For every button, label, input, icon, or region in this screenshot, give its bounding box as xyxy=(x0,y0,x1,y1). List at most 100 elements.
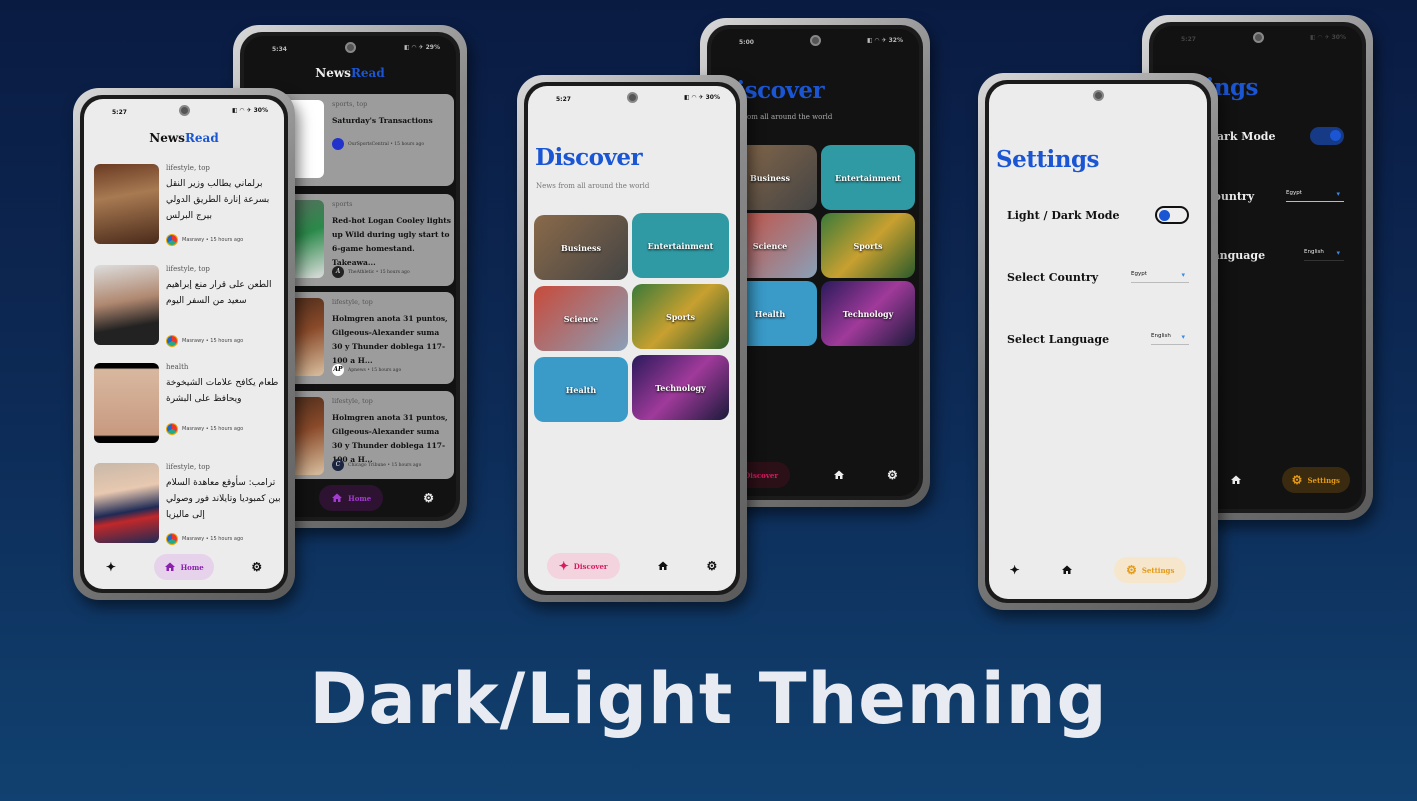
nav-settings-label: Settings xyxy=(1307,475,1340,485)
source-text: Masrawy • 15 hours ago xyxy=(182,426,244,432)
gear-icon: ⚙ xyxy=(251,560,263,574)
category-sports[interactable]: Sports xyxy=(632,284,729,349)
logo-news: News xyxy=(149,131,185,145)
status-icons: ◧ ◠ ✈ 30% xyxy=(1310,34,1346,41)
category-sports[interactable]: Sports xyxy=(821,213,915,278)
dark-mode-toggle[interactable] xyxy=(1155,206,1189,224)
phone-light-discover: 5:27 ◧ ◠ ✈ 30% Discover News from all ar… xyxy=(517,75,747,602)
status-icons: ◧ ◠ ✈ 29% xyxy=(404,44,440,51)
article-title: Saturday's Transactions xyxy=(332,116,433,125)
country-dropdown[interactable]: Egypt ▾ xyxy=(1286,190,1344,202)
nav-home-button[interactable]: Home xyxy=(319,485,384,511)
category-entertainment[interactable]: Entertainment xyxy=(632,213,729,278)
nav-settings-button[interactable]: ⚙ xyxy=(245,554,268,580)
nav-settings-button[interactable]: ⚙ xyxy=(707,553,718,579)
headline: Dark/Light Theming xyxy=(309,658,1108,740)
article-title: Red-hot Logan Cooley lights up Wild duri… xyxy=(332,216,451,267)
country-value: Egypt xyxy=(1131,271,1147,277)
nav-home-label: Home xyxy=(348,493,372,503)
nav-discover-button[interactable]: ✦ xyxy=(1010,557,1020,583)
dropdown-arrow-icon: ▾ xyxy=(1181,271,1185,279)
language-dropdown[interactable]: English ▾ xyxy=(1304,249,1344,261)
language-label: Select Language xyxy=(1007,332,1110,346)
article-category: sports, top xyxy=(332,100,368,108)
article-source: Masrawy • 15 hours ago xyxy=(166,533,243,545)
category-entertainment[interactable]: Entertainment xyxy=(821,145,915,210)
article-item[interactable]: health طعام يكافح علامات الشيخوخة ويحافظ… xyxy=(94,363,284,445)
nav-home-button[interactable] xyxy=(833,462,845,488)
language-value: English xyxy=(1304,249,1324,255)
phone-light-home: 5:27 ◧ ◠ ✈ 30% NewsRead lifestyle, top ب… xyxy=(73,88,295,600)
nav-settings-button[interactable]: ⚙ Settings xyxy=(1281,467,1350,493)
language-dropdown[interactable]: English ▾ xyxy=(1151,333,1189,345)
nav-settings-button[interactable]: ⚙ xyxy=(887,462,898,488)
category-science[interactable]: Science xyxy=(534,286,628,351)
status-time: 5:27 xyxy=(556,96,571,103)
nav-discover-label: Discover xyxy=(744,470,779,480)
nav-settings-button[interactable]: ⚙ xyxy=(423,485,434,511)
source-text: Apnews • 15 hours ago xyxy=(348,367,402,373)
logo-read: Read xyxy=(184,131,219,145)
logo-news: News xyxy=(315,66,351,80)
nav-home-button[interactable] xyxy=(657,553,669,579)
camera xyxy=(1252,32,1264,43)
battery-level: 30% xyxy=(705,94,720,101)
nav-discover-button[interactable]: ✦ xyxy=(100,554,122,580)
sparkle-icon: ✦ xyxy=(105,560,116,574)
gear-icon: ⚙ xyxy=(886,468,898,482)
gear-icon: ⚙ xyxy=(423,491,434,505)
nav-home-button[interactable] xyxy=(1061,557,1073,583)
language-row: Select Language English ▾ xyxy=(1007,329,1189,349)
status-time: 5:34 xyxy=(272,46,287,53)
home-icon xyxy=(658,561,669,570)
home-icon xyxy=(1230,475,1241,484)
home-icon xyxy=(332,493,343,502)
status-time: 5:00 xyxy=(739,39,754,46)
bottom-nav: ✦ Discover ⚙ xyxy=(528,552,736,580)
article-item[interactable]: lifestyle, top برلماني يطالب وزير النقل … xyxy=(94,164,284,246)
dropdown-arrow-icon: ▾ xyxy=(1336,190,1340,198)
battery-level: 30% xyxy=(253,107,268,114)
dropdown-arrow-icon: ▾ xyxy=(1336,249,1340,257)
article-title: ترامب: سأوقع معاهدة السلام بين كمبوديا و… xyxy=(166,478,281,520)
category-business[interactable]: Business xyxy=(534,215,628,280)
source-text: Masrawy • 15 hours ago xyxy=(182,338,244,344)
discover-title: Discover xyxy=(535,144,643,171)
article-thumbnail xyxy=(94,265,159,345)
article-title: برلماني يطالب وزير النقل بسرعة إنارة الط… xyxy=(166,179,270,221)
country-dropdown[interactable]: Egypt ▾ xyxy=(1131,271,1189,283)
camera xyxy=(810,35,821,46)
home-icon xyxy=(833,470,844,479)
article-category: lifestyle, top xyxy=(166,265,210,273)
nav-home-button[interactable] xyxy=(1230,467,1242,493)
nav-discover-button[interactable]: ✦ Discover xyxy=(546,553,620,579)
article-item[interactable]: lifestyle, top ترامب: سأوقع معاهدة السلا… xyxy=(94,463,284,545)
article-category: lifestyle, top xyxy=(166,463,210,471)
logo-read: Read xyxy=(350,66,385,80)
status-icons: ◧ ◠ ✈ 32% xyxy=(867,37,903,44)
country-label: Select Country xyxy=(1007,270,1099,284)
source-logo-icon: C xyxy=(332,459,344,471)
nav-settings-button[interactable]: ⚙ Settings xyxy=(1114,557,1187,583)
source-text: OurSportsCentral • 15 hours ago xyxy=(348,141,425,147)
source-text: Masrawy • 15 hours ago xyxy=(182,237,244,243)
nav-home-button[interactable]: Home xyxy=(153,554,214,580)
source-text: Chicago Tribune • 15 hours ago xyxy=(348,462,422,468)
dark-mode-toggle[interactable] xyxy=(1310,127,1344,145)
phone-light-settings: Settings Light / Dark Mode Select Countr… xyxy=(978,73,1218,610)
article-source: C Chicago Tribune • 15 hours ago xyxy=(332,459,421,471)
category-technology[interactable]: Technology xyxy=(821,281,915,346)
source-text: Masrawy • 15 hours ago xyxy=(182,536,244,542)
article-title: الطعن على قرار منع إبراهيم سعيد من السفر… xyxy=(166,280,272,306)
source-logo-icon: A xyxy=(332,266,344,278)
category-health[interactable]: Health xyxy=(534,357,628,422)
category-technology[interactable]: Technology xyxy=(632,355,729,420)
sparkle-icon: ✦ xyxy=(558,559,569,573)
article-source: OurSportsCentral • 15 hours ago xyxy=(332,138,424,150)
source-logo-icon xyxy=(166,335,178,347)
dark-mode-label: Light / Dark Mode xyxy=(1007,208,1120,222)
article-item[interactable]: lifestyle, top الطعن على قرار منع إبراهي… xyxy=(94,265,284,347)
article-title: طعام يكافح علامات الشيخوخة ويحافظ على ال… xyxy=(166,378,279,404)
gear-icon: ⚙ xyxy=(1291,473,1303,487)
gear-icon: ⚙ xyxy=(1126,563,1137,577)
